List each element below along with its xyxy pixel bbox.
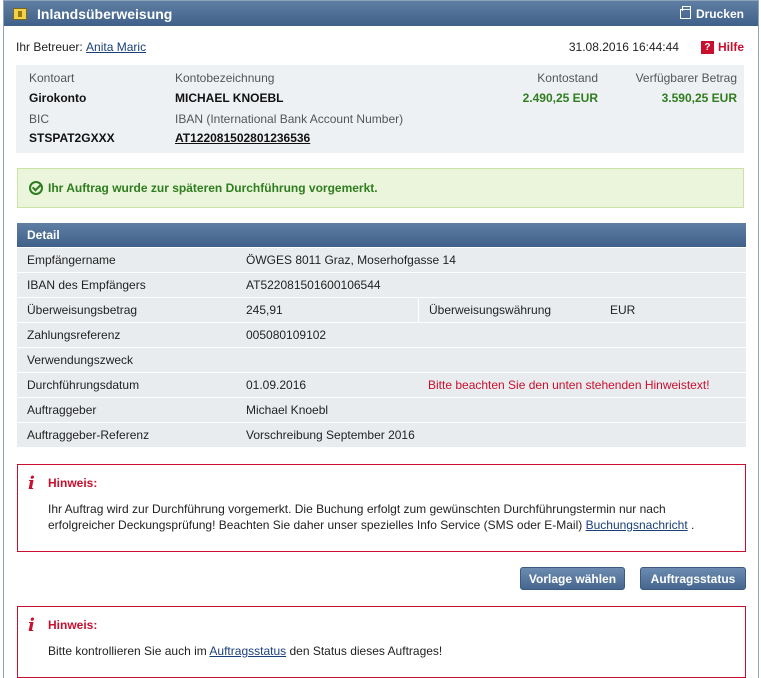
booking-notification-link[interactable]: Buchungsnachricht <box>586 518 688 532</box>
available-value: 3.590,25 EUR <box>661 91 737 105</box>
help-icon: ? <box>700 40 714 54</box>
hint-text: Bitte kontrollieren Sie auch im Auftrags… <box>48 643 728 659</box>
balance-label: Kontostand <box>537 71 598 85</box>
datetime: 31.08.2016 16:44:44 <box>568 40 679 54</box>
window-title: Inlandsüberweisung <box>37 5 173 22</box>
hint-line2-suffix: . <box>691 518 695 532</box>
table-row: Auftraggeber-Referenz Vorschreibung Sept… <box>17 422 746 447</box>
purpose-label: Verwendungszweck <box>27 353 134 367</box>
detail-header: Detail <box>17 223 746 247</box>
transfer-window: Inlandsüberweisung Drucken Ihr Betreuer:… <box>3 0 759 678</box>
transfer-icon <box>13 7 27 20</box>
orderer-ref-value: Vorschreibung September 2016 <box>246 428 415 442</box>
table-row: Durchführungsdatum 01.09.2016 Bitte beac… <box>17 372 746 397</box>
hint2-suffix: den Status dieses Auftrages! <box>289 644 443 658</box>
reference-label: Zahlungsreferenz <box>27 328 121 342</box>
order-status-button[interactable]: Auftragsstatus <box>640 567 746 590</box>
advisor-link[interactable]: Anita Maric <box>86 40 146 54</box>
available-label: Verfügbarer Betrag <box>635 71 737 85</box>
order-status-link[interactable]: Auftragsstatus <box>209 644 286 658</box>
success-message: Ihr Auftrag wurde zur späteren Durchführ… <box>48 181 378 195</box>
table-row: Empfängername ÖWGES 8011 Graz, Moserhofg… <box>17 247 746 272</box>
account-summary: Kontoart Girokonto Kontobezeichnung MICH… <box>16 65 744 153</box>
table-row: Auftraggeber Michael Knoebl <box>17 397 746 422</box>
date-label: Durchführungsdatum <box>27 378 140 392</box>
orderer-value: Michael Knoebl <box>246 403 329 417</box>
date-warning: Bitte beachten Sie den unten stehenden H… <box>428 378 710 392</box>
printer-icon <box>679 5 691 19</box>
info-icon: i <box>28 473 35 494</box>
account-name-label: Kontobezeichnung <box>175 71 275 85</box>
choose-template-button[interactable]: Vorlage wählen <box>520 567 625 590</box>
recipient-label: Empfängername <box>27 253 116 267</box>
check-circle-icon <box>29 181 43 195</box>
balance-value: 2.490,25 EUR <box>522 91 598 105</box>
bic-label: BIC <box>29 112 50 126</box>
detail-table: Detail Empfängername ÖWGES 8011 Graz, Mo… <box>17 223 746 447</box>
hint2-prefix: Bitte kontrollieren Sie auch im <box>48 644 207 658</box>
account-type-value: Girokonto <box>29 91 87 105</box>
hint-box-booking: i Hinweis: Ihr Auftrag wird zur Durchfüh… <box>17 464 746 552</box>
date-value: 01.09.2016 <box>246 378 307 392</box>
advisor-prefix: Ihr Betreuer: <box>16 40 83 54</box>
currency-label: Überweisungswährung <box>429 303 552 317</box>
amount-value: 245,91 <box>246 303 283 317</box>
table-row: Überweisungsbetrag 245,91 Überweisungswä… <box>17 297 746 322</box>
info-icon: i <box>28 615 35 636</box>
hint-text: Ihr Auftrag wird zur Durchführung vorgem… <box>48 501 728 533</box>
recipient-value: ÖWGES 8011 Graz, Moserhofgasse 14 <box>246 253 456 267</box>
orderer-label: Auftraggeber <box>27 403 97 417</box>
account-name-value: MICHAEL KNOEBL <box>175 91 284 105</box>
hint-title: Hinweis: <box>48 618 98 632</box>
print-button[interactable]: Drucken <box>679 5 744 21</box>
orderer-ref-label: Auftraggeber-Referenz <box>27 428 150 442</box>
cell-divider <box>418 298 419 322</box>
help-button[interactable]: ? Hilfe <box>700 40 744 54</box>
iban-link[interactable]: AT122081502801236536 <box>175 131 310 145</box>
hint-title: Hinweis: <box>48 476 98 490</box>
help-label: Hilfe <box>717 40 744 54</box>
iban-label: IBAN (International Bank Account Number) <box>175 112 404 126</box>
reference-value: 005080109102 <box>246 328 327 342</box>
recipient-iban-label: IBAN des Empfängers <box>27 278 146 292</box>
table-row: Verwendungszweck <box>17 347 746 372</box>
hint-line1: Ihr Auftrag wird zur Durchführung vorgem… <box>48 502 666 516</box>
print-label: Drucken <box>695 6 744 21</box>
success-message-box: Ihr Auftrag wurde zur späteren Durchführ… <box>17 168 744 208</box>
amount-label: Überweisungsbetrag <box>27 303 138 317</box>
account-type-label: Kontoart <box>29 71 75 85</box>
title-bar: Inlandsüberweisung Drucken <box>4 1 758 26</box>
table-row: IBAN des Empfängers AT522081501600106544 <box>17 272 746 297</box>
hint-box-status: i Hinweis: Bitte kontrollieren Sie auch … <box>17 606 746 678</box>
bic-value: STSPAT2GXXX <box>29 131 115 145</box>
meta-row: Ihr Betreuer: Anita Maric 31.08.2016 16:… <box>16 39 744 55</box>
hint-line2: erfolgreicher Deckungsprüfung! Beachten … <box>48 518 583 532</box>
currency-value: EUR <box>610 303 636 317</box>
recipient-iban-value: AT522081501600106544 <box>246 278 381 292</box>
table-row: Zahlungsreferenz 005080109102 <box>17 322 746 347</box>
